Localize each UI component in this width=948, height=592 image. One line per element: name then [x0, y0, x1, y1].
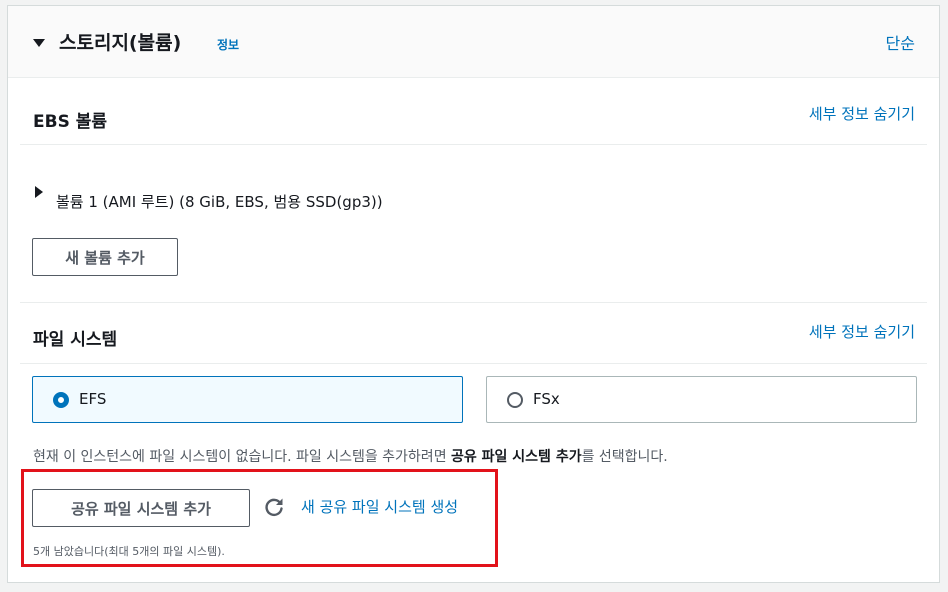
divider	[20, 144, 927, 145]
filesystem-hide-details-link[interactable]: 세부 정보 숨기기	[809, 321, 915, 342]
help-text-bold: 공유 파일 시스템 추가	[451, 449, 582, 465]
simple-view-link[interactable]: 단순	[886, 30, 915, 54]
filesystem-help-text: 현재 이 인스턴스에 파일 시스템이 없습니다. 파일 시스템을 추가하려면 공…	[33, 449, 668, 465]
info-link[interactable]: 정보	[217, 36, 239, 53]
efs-option-tile[interactable]: EFS	[32, 376, 463, 423]
remaining-count-text: 5개 남았습니다(최대 5개의 파일 시스템).	[33, 545, 225, 558]
caret-right-icon[interactable]	[35, 186, 43, 198]
ebs-hide-details-link[interactable]: 세부 정보 숨기기	[809, 103, 915, 124]
fsx-radio[interactable]	[507, 392, 523, 408]
add-volume-button[interactable]: 새 볼륨 추가	[32, 238, 178, 276]
volume-1-label[interactable]: 볼륨 1 (AMI 루트) (8 GiB, EBS, 범용 SSD(gp3))	[56, 191, 383, 212]
efs-label: EFS	[79, 390, 107, 408]
fsx-option-tile[interactable]: FSx	[486, 376, 917, 423]
ebs-section-title: EBS 볼륨	[33, 112, 108, 132]
storage-panel: 스토리지(볼륨) 정보 단순 EBS 볼륨 세부 정보 숨기기 볼륨 1 (AM…	[7, 5, 940, 583]
fsx-label: FSx	[533, 390, 560, 408]
divider	[20, 302, 927, 303]
panel-title: 스토리지(볼륨)	[59, 32, 182, 54]
efs-radio[interactable]	[53, 392, 69, 408]
add-shared-filesystem-button[interactable]: 공유 파일 시스템 추가	[32, 489, 250, 527]
filesystem-section-title: 파일 시스템	[33, 330, 118, 350]
refresh-icon[interactable]	[263, 496, 285, 518]
divider	[20, 363, 927, 364]
panel-header: 스토리지(볼륨) 정보 단순	[8, 6, 939, 78]
create-shared-filesystem-link[interactable]: 새 공유 파일 시스템 생성	[301, 496, 458, 517]
caret-down-icon[interactable]	[33, 39, 45, 47]
